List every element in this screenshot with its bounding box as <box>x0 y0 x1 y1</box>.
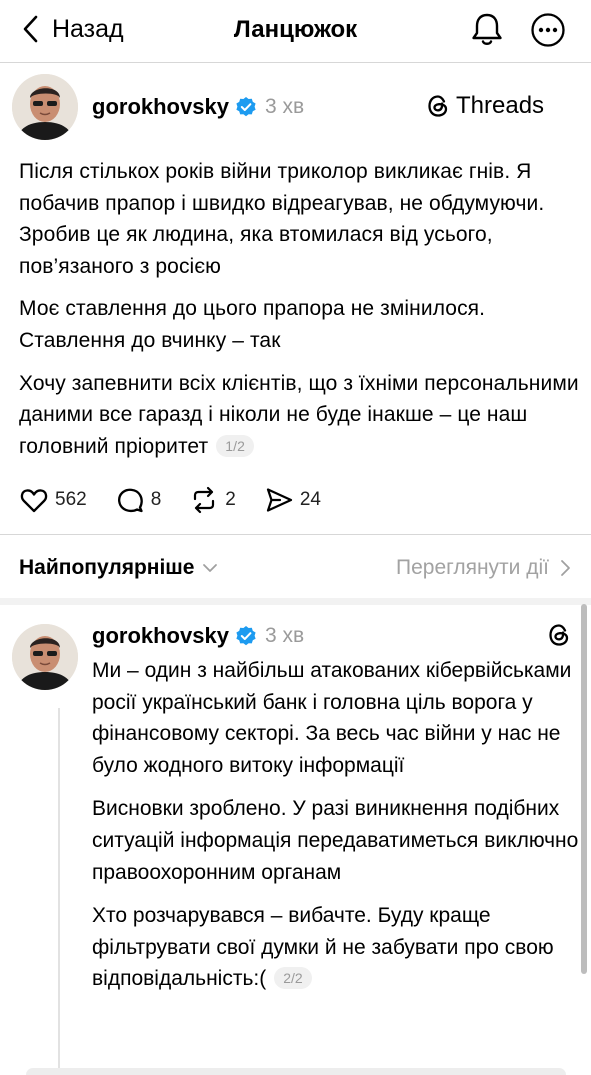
share-button[interactable]: 24 <box>264 485 321 515</box>
scrollbar[interactable] <box>581 604 587 974</box>
reply-paragraph-text: Хто розчарувався – вибачте. Буду краще ф… <box>92 904 554 991</box>
threads-badge[interactable]: Threads <box>425 91 544 121</box>
verified-badge-icon <box>236 97 256 117</box>
bell-icon[interactable] <box>468 10 506 48</box>
share-count: 24 <box>299 489 321 510</box>
comment-button[interactable]: 8 <box>115 485 162 515</box>
verified-badge-icon <box>236 626 256 646</box>
reply-paragraph: Ми – один з найбільш атакованих кібервій… <box>92 659 572 777</box>
reply-author: gorokhovsky 3 хв <box>92 621 304 651</box>
post-paragraph: Моє ставлення до цього прапора не змінил… <box>19 297 486 352</box>
top-bar: Назад Ланцюжок <box>0 0 591 60</box>
comment-count: 8 <box>150 489 162 510</box>
post-actions: 562 8 2 24 <box>19 482 349 518</box>
post-paragraph: Хочу запевнити всіх клієнтів, що з їхнім… <box>19 368 579 463</box>
actions-divider <box>0 534 591 535</box>
chevron-right-icon <box>561 560 570 576</box>
reply-body: Ми – один з найбільш атакованих кібервій… <box>92 655 582 1007</box>
section-separator <box>0 598 591 605</box>
heart-icon <box>20 489 48 513</box>
reply-username[interactable]: gorokhovsky <box>92 621 229 651</box>
view-activity-link[interactable]: Переглянути дії <box>396 556 571 580</box>
more-icon[interactable] <box>530 12 566 48</box>
page-indicator: 2/2 <box>274 967 312 990</box>
like-count: 562 <box>55 489 87 510</box>
threads-logo-icon[interactable] <box>546 622 572 648</box>
reply-paragraph: Хто розчарувався – вибачте. Буду краще ф… <box>92 900 582 995</box>
threads-label: Threads <box>456 92 545 119</box>
sort-bar: Найпопулярніше Переглянути дії <box>19 550 571 586</box>
post-time: 3 хв <box>264 95 305 118</box>
username[interactable]: gorokhovsky <box>92 92 229 122</box>
avatar-photo <box>12 74 78 140</box>
chevron-down-icon <box>203 564 218 572</box>
avatar[interactable] <box>12 74 78 140</box>
repost-icon <box>194 486 215 514</box>
reply-composer-bar[interactable] <box>26 1068 566 1075</box>
thread-connector-line <box>58 708 60 1075</box>
repost-count: 2 <box>225 489 236 510</box>
avatar-photo <box>12 624 78 690</box>
reply-avatar[interactable] <box>12 624 78 690</box>
reply-paragraph: Висновки зроблено. У разі виникнення под… <box>92 797 579 884</box>
header-divider <box>0 62 591 63</box>
send-icon <box>266 488 292 512</box>
view-activity-label: Переглянути дії <box>396 556 549 579</box>
page-indicator: 1/2 <box>216 434 254 457</box>
comment-icon <box>117 488 143 513</box>
reply-time: 3 хв <box>264 624 305 647</box>
post-author: gorokhovsky 3 хв <box>92 92 304 122</box>
post-paragraph-text: Хочу запевнити всіх клієнтів, що з їхнім… <box>19 371 579 458</box>
repost-button[interactable]: 2 <box>189 485 236 515</box>
post-paragraph: Після стількох років війни триколор викл… <box>19 160 545 278</box>
like-button[interactable]: 562 <box>19 485 87 515</box>
threads-logo-icon <box>428 95 448 117</box>
sort-dropdown[interactable]: Найпопулярніше <box>19 556 218 580</box>
sort-label: Найпопулярніше <box>19 556 195 579</box>
post-body: Після стількох років війни триколор викл… <box>19 156 579 473</box>
